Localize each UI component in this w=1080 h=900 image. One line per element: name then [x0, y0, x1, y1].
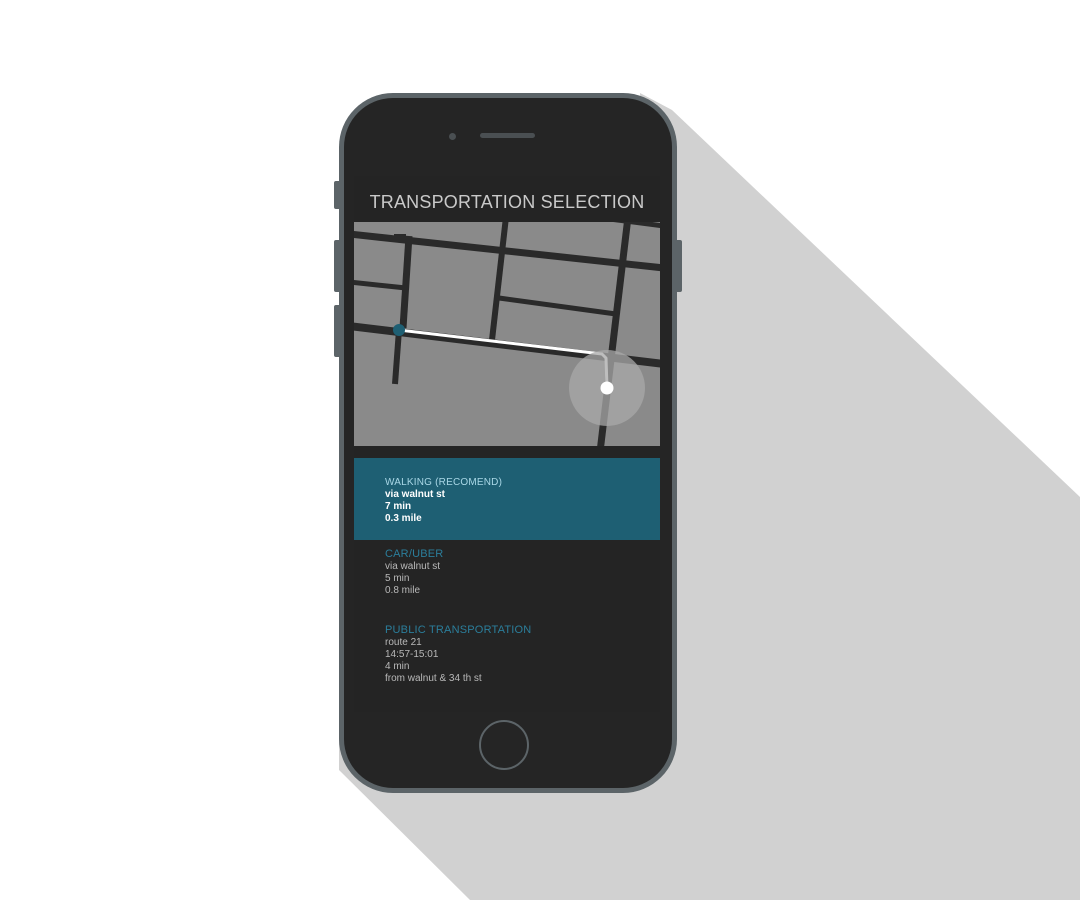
front-camera-icon	[449, 133, 456, 140]
option-title: CAR/UBER	[385, 548, 444, 560]
option-walking[interactable]: WALKING (RECOMEND) via walnut st 7 min 0…	[354, 458, 660, 540]
destination-pin-icon	[600, 381, 614, 395]
stage: TRANSPORTATION SELECTION WALKING (RECOME…	[0, 0, 1080, 900]
option-distance: 0.3 mile	[385, 513, 422, 524]
option-stop: from walnut & 34 th st	[385, 673, 482, 684]
option-duration: 4 min	[385, 661, 410, 672]
option-car-uber[interactable]: CAR/UBER via walnut st 5 min 0.8 mile	[354, 548, 660, 610]
page-title: TRANSPORTATION SELECTION	[369, 192, 645, 212]
option-schedule: 14:57-15:01	[385, 649, 439, 660]
option-title: WALKING (RECOMEND)	[385, 477, 503, 488]
power-button[interactable]	[677, 240, 682, 292]
option-public-transportation[interactable]: PUBLIC TRANSPORTATION route 21 14:57-15:…	[354, 624, 660, 694]
option-route: route 21	[385, 637, 422, 648]
option-duration: 7 min	[385, 501, 412, 512]
home-button[interactable]	[479, 720, 529, 770]
option-route: via walnut st	[385, 489, 446, 500]
start-pin-icon	[393, 324, 405, 336]
app-screen: TRANSPORTATION SELECTION WALKING (RECOME…	[354, 176, 660, 712]
map-canvas	[354, 222, 660, 446]
earpiece-speaker	[480, 133, 535, 138]
option-route: via walnut st	[385, 561, 441, 572]
option-distance: 0.8 mile	[385, 585, 421, 596]
option-title: PUBLIC TRANSPORTATION	[385, 624, 532, 636]
route-map[interactable]	[354, 222, 660, 446]
option-duration: 5 min	[385, 573, 410, 584]
